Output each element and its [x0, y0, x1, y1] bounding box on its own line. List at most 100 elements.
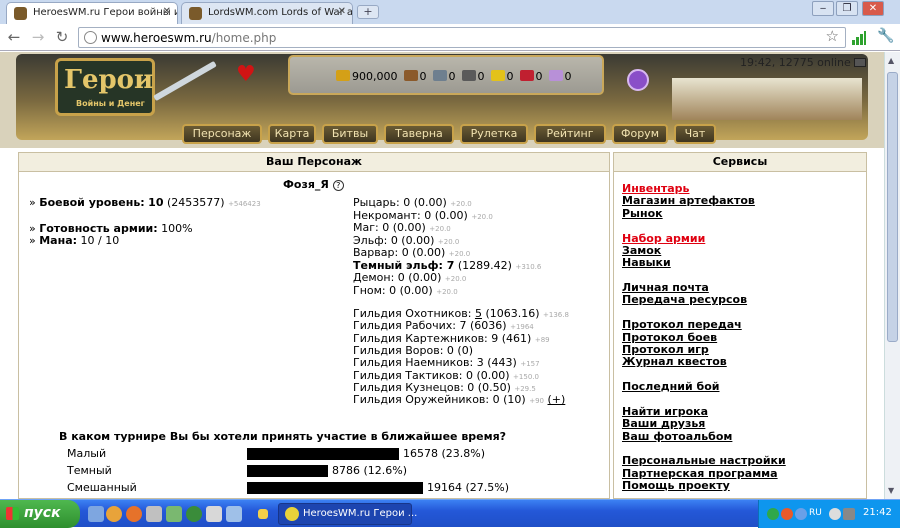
close-tab-icon[interactable]: ✕: [338, 6, 346, 17]
show-desktop-icon[interactable]: [88, 506, 104, 522]
maximize-button[interactable]: ❐: [836, 1, 858, 16]
tray-icon[interactable]: [767, 508, 779, 520]
taskbar-item-label: HeroesWM.ru Герои ...: [303, 508, 418, 519]
system-tray: RU 21:42: [758, 500, 900, 528]
menu-item[interactable]: Чат: [674, 124, 716, 144]
service-link[interactable]: Последний бой: [622, 380, 719, 393]
service-link[interactable]: Инвентарь: [622, 182, 689, 195]
service-link[interactable]: Протокол боев: [622, 331, 717, 344]
tab-lordswm[interactable]: LordsWM.com Lords of War an ✕: [181, 2, 353, 24]
faction-next: +20.0: [437, 237, 460, 246]
service-link[interactable]: Навыки: [622, 256, 671, 269]
address-bar[interactable]: www.heroeswm.ru/home.php ☆: [78, 27, 846, 48]
service-link[interactable]: Личная почта: [622, 281, 709, 294]
service-link[interactable]: Протокол игр: [622, 343, 709, 356]
character-info-icon[interactable]: ?: [332, 180, 344, 191]
menu-item[interactable]: Рулетка: [460, 124, 528, 144]
app-icon[interactable]: [186, 506, 202, 522]
tray-icon[interactable]: [795, 508, 807, 520]
combat-level-row: » Боевой уровень: 10 (2453577) +546423: [29, 196, 261, 209]
service-link[interactable]: Ваш фотоальбом: [622, 430, 732, 443]
faction-value: 0 (0.00): [401, 246, 446, 259]
start-button[interactable]: пуск: [0, 500, 80, 528]
new-tab-button[interactable]: +: [357, 5, 379, 19]
character-name[interactable]: Фозя_Я ?: [283, 178, 344, 191]
guild-level: 3: [476, 356, 484, 370]
service-link[interactable]: Журнал квестов: [622, 355, 727, 368]
service-link[interactable]: Партнерская программа: [622, 467, 778, 480]
app-icon[interactable]: [166, 506, 182, 522]
opera-icon[interactable]: [106, 506, 122, 522]
service-link[interactable]: Передача ресурсов: [622, 293, 747, 306]
scroll-up-icon[interactable]: ▲: [888, 56, 894, 65]
menu-item[interactable]: Рейтинг: [534, 124, 606, 144]
guild-value: (10): [503, 393, 526, 407]
volume-icon[interactable]: [829, 508, 841, 520]
minimize-button[interactable]: ‒: [812, 1, 834, 16]
tab-heroeswm[interactable]: HeroesWM.ru Герои войны и ✕: [6, 2, 178, 24]
reload-icon[interactable]: ↻: [52, 27, 72, 47]
faction-name: Варвар:: [353, 246, 399, 259]
resource-value: 0: [448, 70, 456, 83]
guild-next: +1964: [510, 323, 534, 332]
scrollbar-thumb[interactable]: [887, 72, 898, 342]
app-icon[interactable]: [146, 506, 162, 522]
scroll-down-icon[interactable]: ▼: [888, 486, 894, 495]
close-tab-icon[interactable]: ✕: [163, 6, 171, 17]
faction-next: +20.0: [450, 200, 472, 208]
service-link[interactable]: Набор армии: [622, 232, 705, 245]
language-indicator[interactable]: RU: [809, 508, 822, 518]
network-icon[interactable]: [843, 508, 855, 520]
menu-item[interactable]: Карта: [268, 124, 316, 144]
service-link[interactable]: Протокол передач: [622, 318, 742, 331]
guild-level[interactable]: 5: [475, 307, 482, 320]
faction-row: Маг: 0 (0.00) +20.0: [353, 221, 451, 234]
service-link[interactable]: Замок: [622, 244, 661, 257]
wrench-icon[interactable]: 🔧: [877, 28, 894, 44]
menu-item[interactable]: Таверна: [384, 124, 454, 144]
close-window-button[interactable]: ✕: [862, 1, 884, 16]
page-scrollbar[interactable]: ▲ ▼: [884, 52, 900, 499]
taskbar-item-chrome[interactable]: HeroesWM.ru Герои ...: [278, 503, 417, 525]
faction-next: +20.0: [429, 225, 451, 233]
tab-title: LordsWM.com Lords of War an: [208, 7, 353, 18]
service-link[interactable]: Персональные настройки: [622, 454, 786, 467]
chevron-icon[interactable]: [258, 509, 268, 519]
guild-value: (0.50): [477, 380, 511, 394]
online-list-icon[interactable]: [854, 58, 867, 67]
clock: 21:42: [863, 507, 892, 518]
service-link[interactable]: Помощь проекту: [622, 479, 730, 492]
signal-bars-icon[interactable]: [852, 31, 866, 45]
services-panel-header: Сервисы: [613, 152, 867, 172]
service-link[interactable]: Магазин артефактов: [622, 194, 755, 207]
resources-panel: 900,000 0 0 0 0 0 0: [288, 55, 604, 95]
app-icon[interactable]: [226, 506, 242, 522]
guild-name: Гильдия Наемников:: [353, 356, 474, 370]
firefox-icon[interactable]: [126, 506, 142, 522]
globe-icon: [84, 31, 97, 44]
menu-item[interactable]: Персонаж: [182, 124, 262, 144]
service-link[interactable]: Ваши друзья: [622, 417, 705, 430]
guild-value: (6036): [470, 319, 507, 333]
start-label: пуск: [24, 505, 61, 521]
faction-name: Эльф:: [353, 233, 388, 247]
menu-item[interactable]: Форум: [612, 124, 668, 144]
faction-row: Темный эльф: 7 (1289.42) +310.6: [353, 259, 541, 272]
tray-icon[interactable]: [781, 508, 793, 520]
character-panel: Фозя_Я ? » Боевой уровень: 10 (2453577) …: [18, 172, 610, 499]
back-icon[interactable]: ←: [4, 27, 24, 47]
poll-option-result: 16578 (23.8%): [403, 447, 485, 460]
poll-percent: (12.6%): [363, 464, 408, 477]
guild-extra-link[interactable]: (+): [548, 393, 566, 406]
service-link[interactable]: Найти игрока: [622, 405, 708, 418]
service-link[interactable]: Рынок: [622, 207, 663, 220]
heroes-favicon-icon: [14, 7, 27, 20]
faction-row: Варвар: 0 (0.00) +20.0: [353, 246, 470, 259]
menu-item[interactable]: Битвы: [322, 124, 378, 144]
windows-flag-icon: [6, 507, 19, 520]
bookmark-star-icon[interactable]: ☆: [826, 27, 839, 45]
guild-row: Гильдия Воров: 0 (0): [353, 344, 473, 357]
app-icon[interactable]: [206, 506, 222, 522]
forward-icon[interactable]: →: [28, 27, 48, 47]
game-logo[interactable]: Герои Войны и Денег: [55, 58, 155, 116]
